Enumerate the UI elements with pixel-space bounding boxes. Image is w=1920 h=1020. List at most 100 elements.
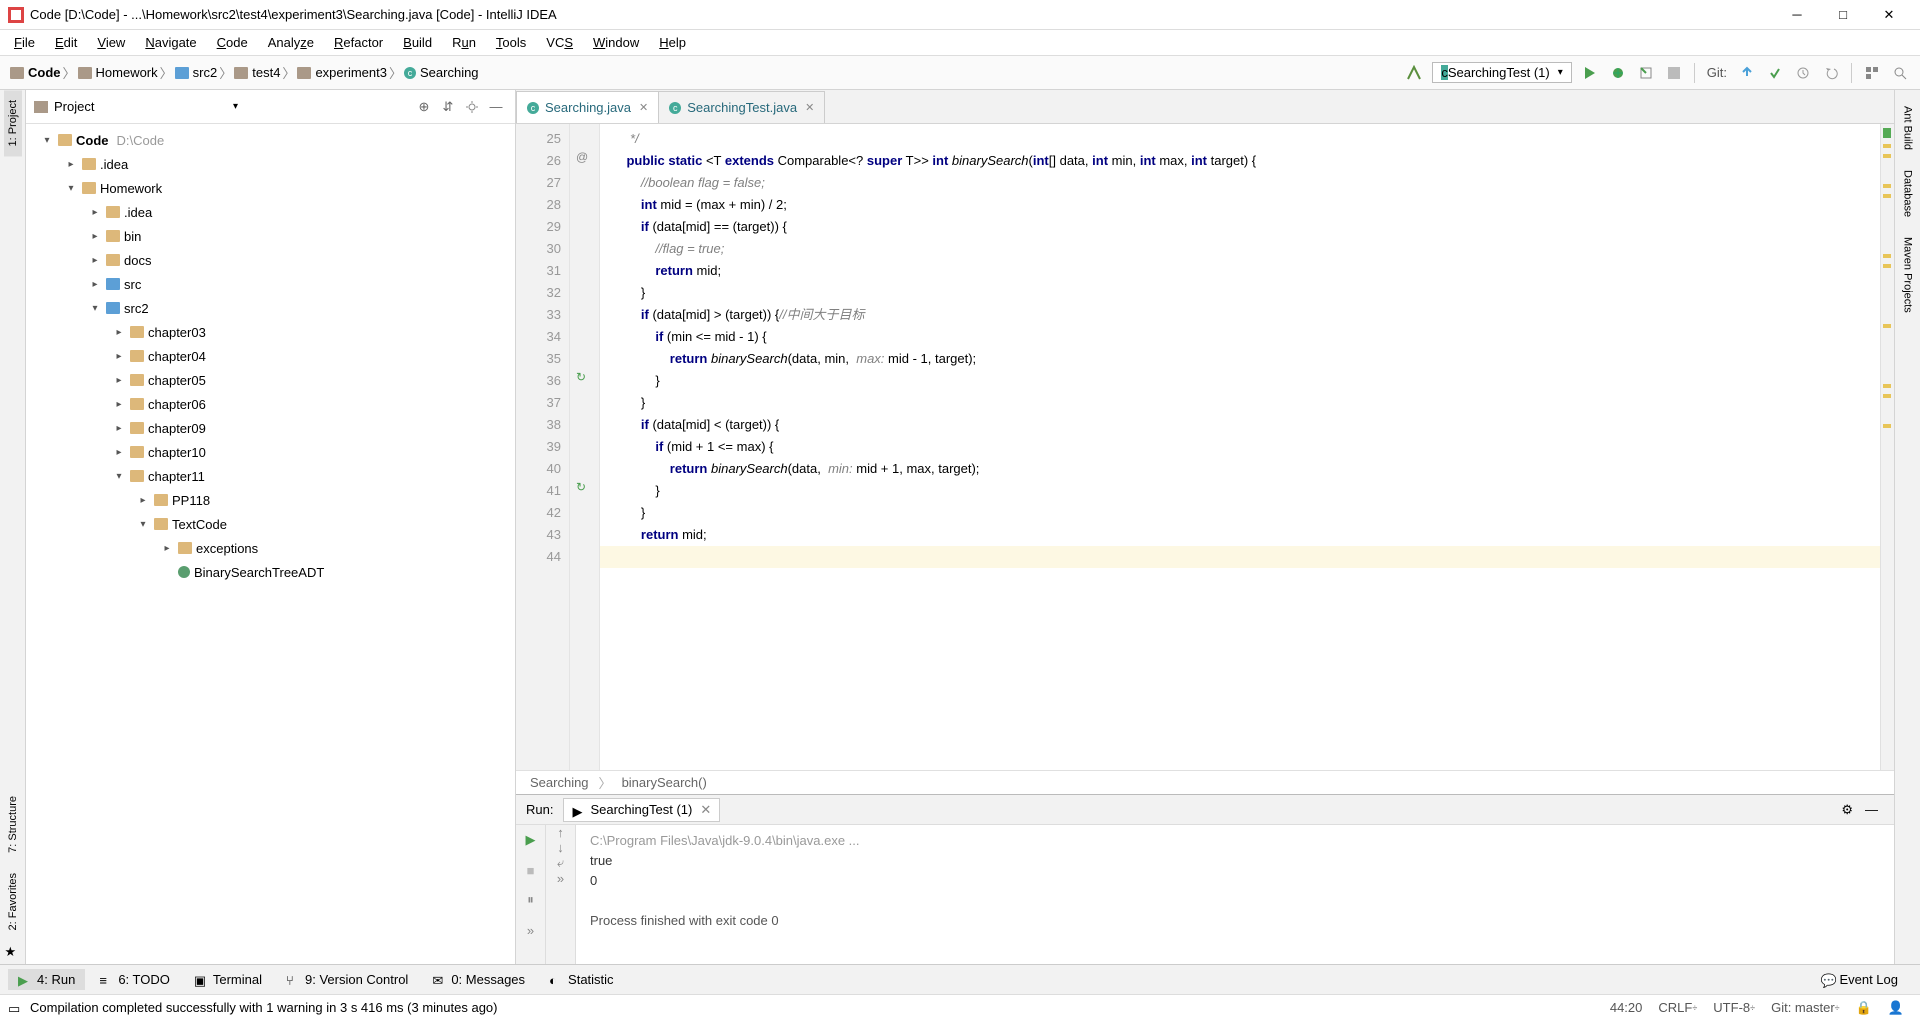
close-tab-icon[interactable]: ✕ bbox=[700, 802, 711, 818]
expand-icon[interactable]: ▾ bbox=[88, 303, 102, 314]
menu-analyze[interactable]: Analyze bbox=[258, 32, 324, 53]
down-button[interactable]: ↓ bbox=[557, 840, 564, 855]
menu-build[interactable]: Build bbox=[393, 32, 442, 53]
build-button[interactable] bbox=[1401, 60, 1427, 86]
menu-view[interactable]: View bbox=[87, 32, 135, 53]
expand-icon[interactable]: ▾ bbox=[64, 183, 78, 194]
expand-icon[interactable]: ▸ bbox=[88, 255, 102, 266]
expand-icon[interactable]: ▸ bbox=[112, 327, 126, 338]
vcs-history-button[interactable] bbox=[1790, 60, 1816, 86]
menu-run[interactable]: Run bbox=[442, 32, 486, 53]
todo-tab-button[interactable]: ≡6: TODO bbox=[89, 969, 180, 990]
project-tree[interactable]: ▾CodeD:\Code▸.idea▾Homework▸.idea▸bin▸do… bbox=[26, 124, 515, 964]
vcs-commit-button[interactable] bbox=[1762, 60, 1788, 86]
settings-button[interactable]: ⚙ bbox=[1835, 802, 1859, 818]
close-button[interactable]: ✕ bbox=[1866, 0, 1912, 30]
line-separator[interactable]: CRLF ÷ bbox=[1650, 1000, 1705, 1015]
stop-button[interactable]: ■ bbox=[519, 858, 543, 882]
editor-tab[interactable]: c Searching.java ✕ bbox=[516, 91, 659, 123]
coverage-button[interactable] bbox=[1633, 60, 1659, 86]
tree-node[interactable]: ▸.idea bbox=[26, 152, 515, 176]
file-encoding[interactable]: UTF-8 ÷ bbox=[1705, 1000, 1763, 1015]
tree-node[interactable]: ▸chapter03 bbox=[26, 320, 515, 344]
tool-window-icon[interactable]: ▭ bbox=[8, 1001, 22, 1015]
run-output[interactable]: C:\Program Files\Java\jdk-9.0.4\bin\java… bbox=[576, 825, 1894, 964]
project-structure-button[interactable] bbox=[1859, 60, 1885, 86]
structure-tool-tab[interactable]: 7: Structure bbox=[4, 786, 22, 863]
expand-icon[interactable]: ▸ bbox=[88, 279, 102, 290]
tree-node[interactable]: ▸docs bbox=[26, 248, 515, 272]
expand-icon[interactable]: ▸ bbox=[64, 159, 78, 170]
database-tab[interactable]: Database bbox=[1899, 160, 1917, 227]
editor-breadcrumb[interactable]: Searching 〉 binarySearch() bbox=[516, 770, 1894, 794]
menu-help[interactable]: Help bbox=[649, 32, 696, 53]
pause-button[interactable]: ⏸ bbox=[519, 888, 543, 912]
maximize-button[interactable]: □ bbox=[1820, 0, 1866, 30]
debug-button[interactable] bbox=[1605, 60, 1631, 86]
error-stripe[interactable] bbox=[1880, 124, 1894, 770]
breadcrumb[interactable]: Code 〉 Homework 〉 src2 〉 test4 〉 experim… bbox=[6, 61, 483, 84]
settings-button[interactable] bbox=[461, 96, 483, 118]
minimize-button[interactable]: ─ bbox=[1774, 0, 1820, 30]
tree-node[interactable]: ▸src bbox=[26, 272, 515, 296]
expand-icon[interactable]: ▸ bbox=[112, 399, 126, 410]
tree-node[interactable]: ▸bin bbox=[26, 224, 515, 248]
menu-navigate[interactable]: Navigate bbox=[135, 32, 206, 53]
run-button[interactable] bbox=[1577, 60, 1603, 86]
vcs-revert-button[interactable] bbox=[1818, 60, 1844, 86]
vcs-update-button[interactable] bbox=[1734, 60, 1760, 86]
tree-node[interactable]: ▸PP118 bbox=[26, 488, 515, 512]
menu-file[interactable]: File bbox=[4, 32, 45, 53]
maven-tab[interactable]: Maven Projects bbox=[1899, 227, 1917, 323]
favorites-tool-tab[interactable]: 2: Favorites bbox=[4, 863, 22, 940]
expand-icon[interactable]: ▸ bbox=[160, 543, 174, 554]
tree-node[interactable]: ▸chapter10 bbox=[26, 440, 515, 464]
expand-icon[interactable]: ▸ bbox=[112, 351, 126, 362]
menu-tools[interactable]: Tools bbox=[486, 32, 536, 53]
hide-button[interactable]: — bbox=[1859, 802, 1884, 817]
project-tool-tab[interactable]: 1: Project bbox=[4, 90, 22, 156]
stop-button[interactable] bbox=[1661, 60, 1687, 86]
statistic-tab-button[interactable]: ◐Statistic bbox=[539, 969, 624, 990]
editor-tab[interactable]: c SearchingTest.java ✕ bbox=[658, 91, 825, 123]
terminal-tab-button[interactable]: ▣Terminal bbox=[184, 969, 272, 990]
expand-icon[interactable]: ▾ bbox=[136, 519, 150, 530]
expand-icon[interactable]: ▾ bbox=[112, 471, 126, 482]
run-tab-button[interactable]: ▶4: Run bbox=[8, 969, 85, 990]
tree-node[interactable]: ▸.idea bbox=[26, 200, 515, 224]
tree-node[interactable]: ▸chapter06 bbox=[26, 392, 515, 416]
tree-node[interactable]: ▸chapter09 bbox=[26, 416, 515, 440]
menu-refactor[interactable]: Refactor bbox=[324, 32, 393, 53]
cursor-position[interactable]: 44:20 bbox=[1602, 1000, 1651, 1015]
expand-icon[interactable]: ▸ bbox=[112, 423, 126, 434]
run-tab[interactable]: ▶ SearchingTest (1) ✕ bbox=[563, 798, 720, 822]
expand-icon[interactable]: ▸ bbox=[112, 447, 126, 458]
vcs-tab-button[interactable]: ⑂9: Version Control bbox=[276, 969, 418, 990]
tree-node[interactable]: BinarySearchTreeADT bbox=[26, 560, 515, 584]
tree-node[interactable]: ▸chapter05 bbox=[26, 368, 515, 392]
messages-tab-button[interactable]: ✉0: Messages bbox=[422, 969, 535, 990]
ant-build-tab[interactable]: Ant Build bbox=[1899, 96, 1917, 160]
override-icon[interactable]: @ bbox=[576, 150, 588, 164]
close-tab-icon[interactable]: ✕ bbox=[639, 101, 648, 114]
locate-button[interactable]: ⊕ bbox=[413, 96, 435, 118]
up-button[interactable]: ↑ bbox=[557, 825, 564, 840]
event-log-button[interactable]: 💬Event Log bbox=[1810, 969, 1908, 990]
search-everywhere-button[interactable] bbox=[1887, 60, 1913, 86]
tree-node[interactable]: ▾chapter11 bbox=[26, 464, 515, 488]
menu-window[interactable]: Window bbox=[583, 32, 649, 53]
bookmark-icon[interactable]: ★ bbox=[5, 944, 21, 960]
tree-node[interactable]: ▸chapter04 bbox=[26, 344, 515, 368]
menu-vcs[interactable]: VCS bbox=[536, 32, 583, 53]
menu-code[interactable]: Code bbox=[207, 32, 258, 53]
collapse-button[interactable]: ⇵ bbox=[437, 96, 459, 118]
menu-edit[interactable]: Edit bbox=[45, 32, 87, 53]
tree-node[interactable]: ▸exceptions bbox=[26, 536, 515, 560]
chevron-down-icon[interactable]: ▾ bbox=[233, 101, 238, 112]
close-tab-icon[interactable]: ✕ bbox=[805, 101, 814, 114]
expand-icon[interactable]: ▸ bbox=[88, 207, 102, 218]
wrap-button[interactable]: ⤶ bbox=[557, 855, 564, 871]
expand-icon[interactable]: ▸ bbox=[88, 231, 102, 242]
tree-node[interactable]: ▾TextCode bbox=[26, 512, 515, 536]
hide-button[interactable]: — bbox=[485, 96, 507, 118]
